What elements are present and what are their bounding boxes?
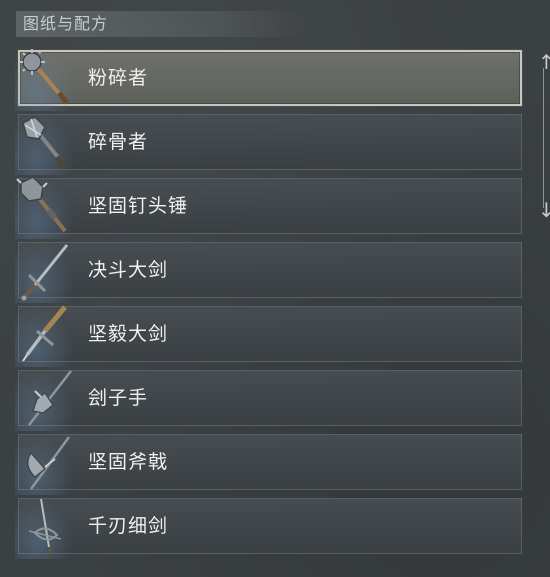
recipe-item-sturdy-poleaxe[interactable]: 坚固斧戟 (15, 429, 522, 495)
recipe-label: 坚固钉头锤 (88, 195, 189, 217)
mace-icon (15, 45, 77, 111)
recipe-item-thousand-blade-rapier[interactable]: 千刃细剑 (15, 493, 522, 559)
section-header: 图纸与配方 (16, 11, 306, 37)
recipe-list: 粉碎者 碎骨者 坚固钉头锤 决斗大剑 坚毅大剑 刽子手 坚固斧戟 千刃细剑 (15, 45, 522, 562)
longsword-icon (15, 237, 77, 303)
recipe-item-steadfast-greatsword[interactable]: 坚毅大剑 (15, 301, 522, 367)
recipe-label: 碎骨者 (88, 131, 149, 153)
recipe-item-dueling-greatsword[interactable]: 决斗大剑 (15, 237, 522, 303)
recipe-label: 决斗大剑 (88, 259, 169, 281)
recipe-label: 坚固斧戟 (88, 451, 169, 473)
recipe-item-crusher[interactable]: 粉碎者 (15, 45, 522, 111)
recipe-item-sturdy-morningstar[interactable]: 坚固钉头锤 (15, 173, 522, 239)
recipe-label: 坚毅大剑 (88, 323, 169, 345)
section-title: 图纸与配方 (23, 14, 109, 33)
poleaxe-icon (15, 429, 77, 495)
scroll-down-arrow-icon[interactable]: ↓ (538, 200, 550, 220)
halberd-icon (15, 365, 77, 431)
morningstar-icon (15, 173, 77, 239)
scrollbar-track[interactable] (543, 68, 544, 208)
recipe-label: 粉碎者 (88, 67, 149, 89)
scroll-up-arrow-icon[interactable]: ↑ (538, 52, 550, 72)
recipe-item-executioner[interactable]: 刽子手 (15, 365, 522, 431)
recipe-item-bonebreaker[interactable]: 碎骨者 (15, 109, 522, 175)
recipe-label: 千刃细剑 (88, 515, 169, 537)
greatsword-icon (15, 301, 77, 367)
flanged-mace-icon (15, 109, 77, 175)
recipe-label: 刽子手 (88, 387, 149, 409)
rapier-icon (15, 493, 77, 559)
